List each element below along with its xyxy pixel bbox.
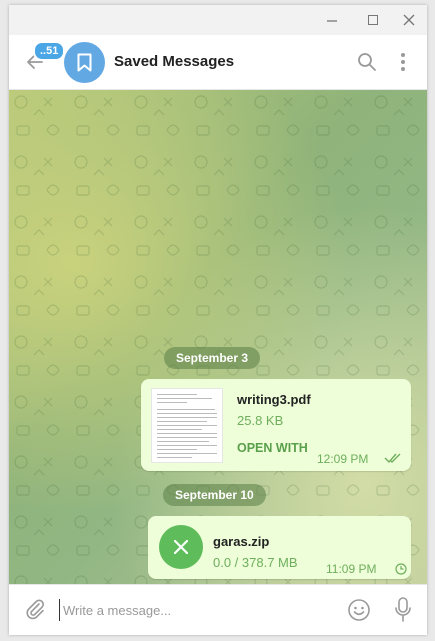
message-time: 12:09 PM: [317, 452, 369, 466]
minimize-icon: [327, 20, 337, 22]
maximize-button[interactable]: [364, 11, 382, 29]
more-button[interactable]: [392, 51, 414, 73]
close-window-button[interactable]: [400, 11, 418, 29]
chat-area[interactable]: September 3 writing3.pdf 25.8 KB OPEN WI…: [9, 90, 427, 584]
attach-button[interactable]: [23, 597, 47, 626]
minimize-button[interactable]: [323, 11, 341, 29]
search-button[interactable]: [356, 51, 378, 73]
message-bubble-zip[interactable]: garas.zip 0.0 / 378.7 MB 11:09 PM: [148, 516, 411, 579]
file-name[interactable]: garas.zip: [213, 534, 269, 549]
cancel-download-button[interactable]: [159, 525, 203, 569]
download-progress: 0.0 / 378.7 MB: [213, 555, 298, 570]
background-pattern: [9, 90, 427, 584]
double-check-icon: [384, 453, 401, 464]
close-icon: [173, 539, 189, 555]
message-time: 11:09 PM: [326, 562, 377, 576]
bookmark-icon: [77, 53, 92, 72]
title-bar: [9, 5, 427, 35]
chat-header: ..51 Saved Messages: [9, 35, 427, 90]
message-bubble-pdf[interactable]: writing3.pdf 25.8 KB OPEN WITH 12:09 PM: [141, 379, 411, 471]
microphone-icon: [395, 597, 411, 622]
paperclip-icon: [26, 599, 44, 620]
voice-message-button[interactable]: [393, 596, 413, 629]
maximize-icon: [368, 15, 378, 25]
file-name[interactable]: writing3.pdf: [237, 392, 311, 407]
pdf-thumbnail[interactable]: [151, 388, 223, 463]
telegram-window: ..51 Saved Messages September 3 writing3…: [9, 5, 427, 635]
more-vertical-icon: [401, 53, 405, 71]
emoji-button[interactable]: [347, 598, 371, 627]
date-separator: September 10: [163, 484, 266, 506]
message-composer: [9, 584, 427, 635]
unread-badge: ..51: [33, 41, 66, 61]
close-icon: [403, 14, 415, 26]
avatar[interactable]: [64, 42, 105, 83]
file-size: 25.8 KB: [237, 413, 284, 428]
message-input[interactable]: [59, 599, 329, 621]
date-separator: September 3: [164, 347, 261, 369]
search-icon: [358, 53, 376, 71]
emoji-icon: [348, 599, 370, 621]
clock-icon: [395, 563, 407, 575]
open-with-button[interactable]: OPEN WITH: [237, 441, 308, 455]
chat-title[interactable]: Saved Messages: [114, 53, 234, 70]
